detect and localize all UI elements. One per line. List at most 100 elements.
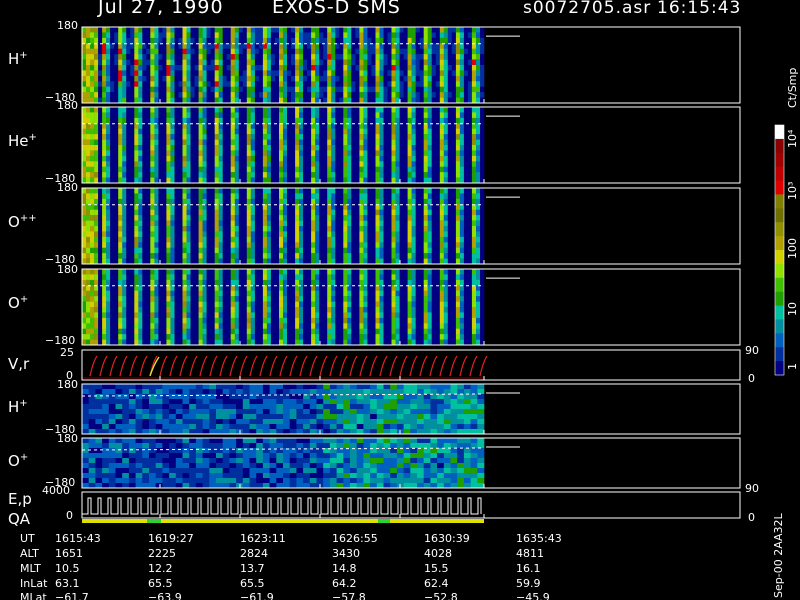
stat-label-inlat: InLat (20, 577, 48, 590)
heatmap-cells-hplus (82, 27, 485, 104)
panel-hplus2 (81, 383, 741, 435)
stat-mlt-5: 16.1 (516, 562, 541, 575)
stat-mlt-0: 10.5 (55, 562, 80, 575)
stat-mlat-2: −61.9 (240, 591, 274, 600)
panel-label-hplus-2: H+ (8, 398, 28, 416)
tick-hplus2-top: 180 (57, 378, 78, 391)
panel-ep (81, 491, 741, 523)
heatmap-cells-oplusplus (82, 188, 485, 265)
stat-label-ut: UT (20, 532, 35, 545)
colorbar-segment-14 (775, 319, 784, 334)
colorbar-segment-11 (775, 277, 784, 293)
vr-trace (89, 355, 488, 377)
panel-label-oplus-2: O+ (8, 452, 29, 470)
stat-alt-0: 1651 (55, 547, 83, 560)
heatmap-cells-oplus (82, 269, 485, 346)
stat-label-mlt: MLT (20, 562, 41, 575)
stat-inlat-5: 59.9 (516, 577, 541, 590)
stat-mlat-1: −63.9 (148, 591, 182, 600)
panel-vr (81, 349, 741, 381)
colorbar-label-100: 100 (786, 238, 799, 259)
panel-label-vr: V,r (8, 355, 30, 373)
colorbar-segment-13 (775, 305, 784, 320)
colorbar-segment-5 (775, 194, 784, 209)
colorbar-segment-7 (775, 222, 784, 237)
panel-label-ep: E,p (8, 490, 32, 508)
tick-vr-top: 25 (60, 346, 74, 359)
tick-oplus-top: 180 (57, 263, 78, 276)
colorbar-label-10: 10 (786, 302, 799, 316)
panel-label-heplus: He+ (8, 132, 37, 150)
heatmap-cells-hplus2 (82, 384, 485, 435)
stat-label-mlat: MLat (20, 591, 47, 600)
colorbar-segment-15 (775, 333, 784, 348)
stat-mlt-4: 15.5 (424, 562, 449, 575)
stat-alt-3: 3430 (332, 547, 360, 560)
stat-alt-1: 2225 (148, 547, 176, 560)
right-tick-vr-top: 90 (745, 344, 759, 357)
colorbar-segment-0 (775, 125, 784, 140)
qa-bar-segment-1 (147, 519, 161, 523)
stat-label-alt: ALT (20, 547, 39, 560)
panel-label-oplus: O+ (8, 294, 29, 312)
stat-alt-4: 4028 (424, 547, 452, 560)
tick-hplus-top: 180 (57, 19, 78, 32)
stat-mlat-0: −61.7 (55, 591, 89, 600)
stat-inlat-3: 64.2 (332, 577, 357, 590)
stat-inlat-0: 63.1 (55, 577, 80, 590)
stat-inlat-4: 62.4 (424, 577, 449, 590)
stat-alt-5: 4811 (516, 547, 544, 560)
stat-mlat-3: −57.8 (332, 591, 366, 600)
ep-trace (82, 497, 482, 515)
heatmap-cells-oplus2 (82, 438, 485, 489)
colorbar-title: Ct/Smp (786, 67, 799, 108)
side-code: Sep-00 2AA32L (772, 513, 785, 598)
colorbar-segment-4 (775, 180, 784, 195)
stat-ut-5: 1635:43 (516, 532, 562, 545)
panel-oplusplus (81, 187, 741, 265)
stat-ut-0: 1615:43 (55, 532, 101, 545)
panel-label-oplusplus: O++ (8, 213, 37, 231)
tick-oplusplus-top: 180 (57, 181, 78, 194)
panel-label-qa: QA (8, 510, 31, 528)
panel-label-hplus: H+ (8, 50, 28, 68)
stat-mlat-5: −45.9 (516, 591, 550, 600)
tick-heplus-top: 180 (57, 99, 78, 112)
heatmap-cells-heplus (82, 107, 485, 184)
colorbar-segment-10 (775, 263, 784, 279)
colorbar-label-1e4: 10⁴ (786, 129, 799, 148)
panel-oplus (81, 268, 741, 346)
stat-ut-3: 1626:55 (332, 532, 378, 545)
colorbar-segment-2 (775, 152, 784, 168)
stat-ut-4: 1630:39 (424, 532, 470, 545)
colorbar-segment-17 (775, 361, 784, 376)
stat-ut-2: 1623:11 (240, 532, 286, 545)
stat-ut-1: 1619:27 (148, 532, 194, 545)
stat-alt-2: 2824 (240, 547, 268, 560)
right-tick-oplus2-bottom: 90 (745, 482, 759, 495)
colorbar-segment-16 (775, 347, 784, 362)
stat-mlat-4: −52.8 (424, 591, 458, 600)
colorbar-segment-1 (775, 138, 784, 154)
tick-ep-bottom: 0 (66, 509, 73, 522)
colorbar-segment-9 (775, 250, 784, 265)
qa-bar-segment-2 (378, 519, 390, 523)
colorbar-segment-3 (775, 166, 784, 182)
colorbar-segment-6 (775, 208, 784, 223)
tick-ep-top: 4000 (42, 484, 70, 497)
stat-inlat-2: 65.5 (240, 577, 265, 590)
colorbar-segment-8 (775, 236, 784, 251)
stat-mlt-1: 12.2 (148, 562, 173, 575)
tick-oplus2-top: 180 (57, 432, 78, 445)
sms-spectrogram-figure: { "header": { "date": "Jul 27, 1990", "i… (0, 0, 800, 600)
colorbar-label-1: 1 (786, 363, 799, 370)
stat-mlt-3: 14.8 (332, 562, 357, 575)
panel-oplus2 (81, 437, 741, 489)
colorbar-segment-12 (775, 291, 784, 307)
qa-bar (82, 519, 484, 523)
panel-hplus (81, 26, 741, 104)
right-tick-ep-bottom: 0 (748, 511, 755, 524)
stat-inlat-1: 65.5 (148, 577, 173, 590)
right-tick-vr-bottom: 0 (748, 372, 755, 385)
stat-mlt-2: 13.7 (240, 562, 265, 575)
